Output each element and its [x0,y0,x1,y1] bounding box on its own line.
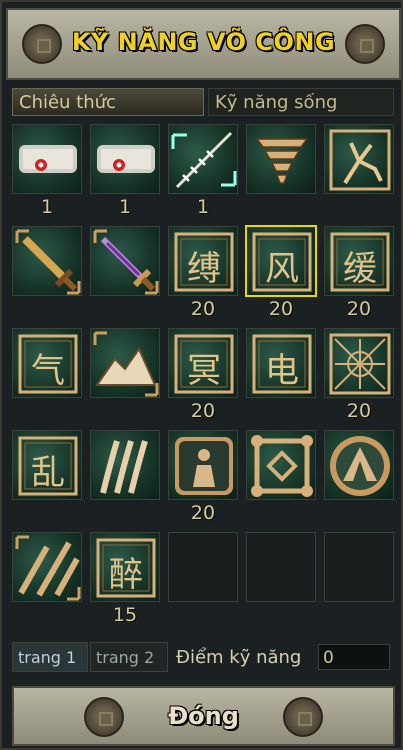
skill-level: 1 [118,196,132,218]
tab-ky-nang-song[interactable]: Kỹ năng sống [208,88,394,116]
coin-ornament-icon [283,697,323,737]
slash-icon [12,532,82,602]
glyph-icon: 电 [246,328,316,398]
glyph-icon: 缓 [324,226,394,296]
window-title: KỸ NĂNG VÕ CÔNG [71,28,336,56]
skill-level: 20 [190,298,216,320]
close-button[interactable]: Đóng [12,686,395,746]
tab-chieu-thuc[interactable]: Chiêu thức [12,88,204,116]
skill-slot[interactable]: 20 [168,428,238,524]
skill-points-value: 0 [318,644,390,670]
sword-purple-icon [90,226,160,296]
skill-slot[interactable]: 冥 20 [168,326,238,422]
arrows-icon [168,124,238,194]
skill-level: 20 [190,400,216,422]
skills-window: KỸ NĂNG VÕ CÔNG Chiêu thức Kỹ năng sống … [0,0,403,750]
empty-skill-slot [246,530,316,626]
page-footer: trang 1 trang 2 Điểm kỹ năng 0 [12,642,397,672]
skill-glyph: 冥 [187,351,221,391]
skill-glyph: 醉 [109,555,143,595]
skill-slot[interactable] [246,122,316,218]
skill-slot[interactable] [324,122,394,218]
skill-glyph: 乱 [31,453,65,493]
skill-points-label: Điểm kỹ năng [176,647,302,668]
diamond-icon [246,430,316,500]
empty-slot [168,532,238,602]
skill-slot[interactable] [324,428,394,524]
glyph-icon: 风 [245,225,317,297]
skill-slot[interactable]: 乱 [12,428,82,524]
empty-skill-slot [168,530,238,626]
skill-slot[interactable] [90,326,160,422]
skill-level: 20 [346,400,372,422]
empty-slot [246,532,316,602]
skill-level: 1 [40,196,54,218]
skill-level: 20 [190,502,216,524]
glyph-icon: 醉 [90,532,160,602]
skill-level: 20 [268,298,294,320]
skill-glyph: 风 [265,249,299,289]
cone-icon [324,430,394,500]
skill-slot[interactable]: 1 [90,122,160,218]
empty-slot [324,532,394,602]
skill-level: 15 [112,604,138,626]
glyph-icon: 冥 [168,328,238,398]
skill-slot[interactable]: 1 [12,122,82,218]
skill-slot[interactable] [246,428,316,524]
glyph-icon: 乱 [12,430,82,500]
scroll-icon [12,124,82,194]
skill-slot[interactable]: 20 [324,326,394,422]
skill-slot[interactable] [90,428,160,524]
tornado-icon [246,124,316,194]
skill-slot[interactable]: 缓 20 [324,224,394,320]
skill-slot[interactable]: 1 [168,122,238,218]
skill-slot[interactable] [90,224,160,320]
web-icon [324,328,394,398]
coin-ornament-icon [345,24,385,64]
skill-slot[interactable]: 风 20 [245,224,317,320]
claw-icon [90,430,160,500]
sword-icon [12,226,82,296]
title-bar: KỸ NĂNG VÕ CÔNG [6,8,401,80]
skill-level: 20 [346,298,372,320]
coin-ornament-icon [22,24,62,64]
close-label: Đóng [168,702,239,730]
skill-slot[interactable] [12,224,82,320]
skill-glyph: 缓 [343,249,377,289]
glyph-icon: 气 [12,328,82,398]
skill-slot[interactable] [12,530,82,626]
skill-glyph: 缚 [187,249,221,289]
figure-icon [168,430,238,500]
scroll-icon [90,124,160,194]
skill-slot[interactable]: 电 [246,326,316,422]
skill-glyph: 气 [31,351,65,391]
skill-slot[interactable]: 醉 15 [90,530,160,626]
skill-glyph: 电 [265,351,299,391]
mountain-icon [90,328,160,398]
skill-tabs: Chiêu thức Kỹ năng sống [12,88,397,118]
glyph-icon: 缚 [168,226,238,296]
branch-icon [324,124,394,194]
empty-skill-slot [324,530,394,626]
page-tab-1[interactable]: trang 1 [12,642,88,672]
skill-slot[interactable]: 气 [12,326,82,422]
skill-slot[interactable]: 缚 20 [168,224,238,320]
page-tab-2[interactable]: trang 2 [90,642,168,672]
skill-level: 1 [196,196,210,218]
